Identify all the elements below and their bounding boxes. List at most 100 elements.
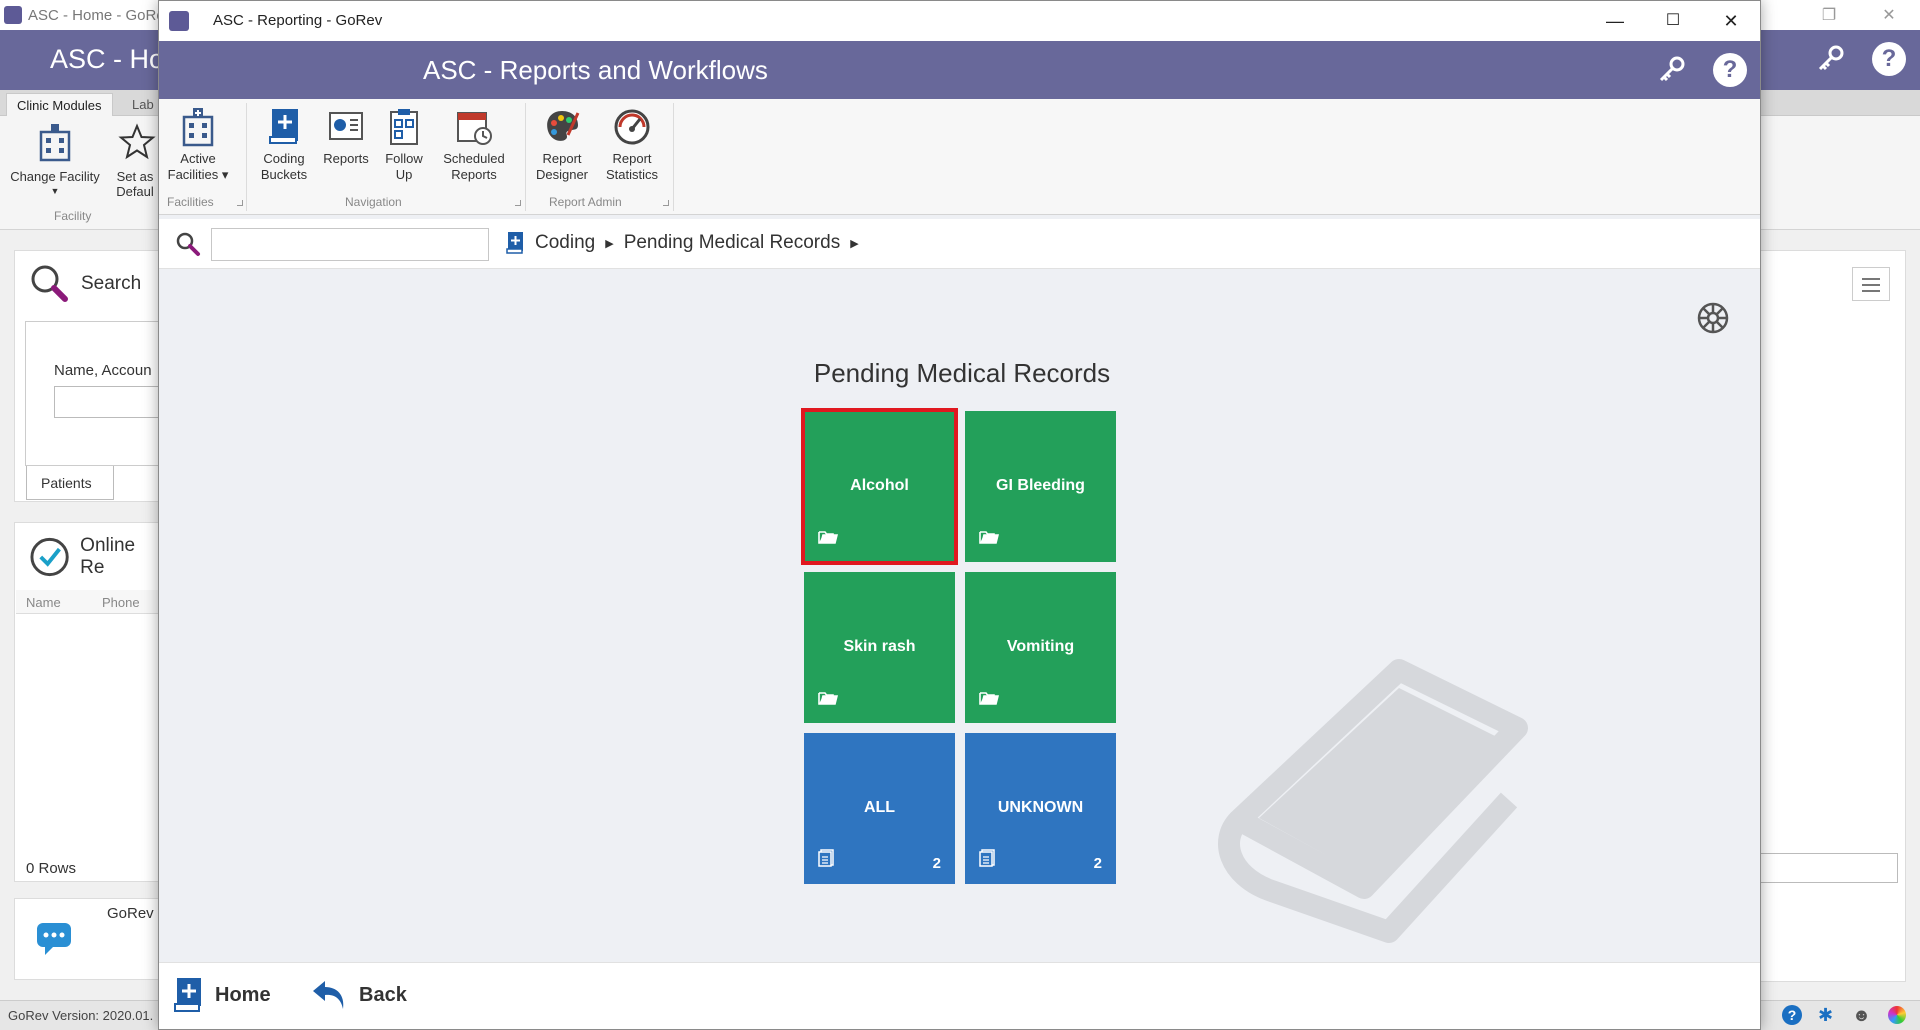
tile-label: UNKNOWN (997, 799, 1084, 816)
bg-rows-count: 0 Rows (26, 860, 77, 877)
report-designer-label-1: Report (542, 151, 582, 166)
chat-bubble-icon[interactable] (35, 919, 73, 957)
report-designer-label-2: Designer (535, 167, 589, 182)
bg-tab-clinic-modules[interactable]: Clinic Modules (6, 93, 113, 116)
search-icon (31, 265, 68, 302)
ribbon: Active Facilities ▾ Facilities Coding Bu… (159, 99, 1760, 215)
bg-online-grid-header: Name Phone (16, 590, 161, 614)
bg-search-field[interactable] (54, 386, 166, 418)
coding-buckets-label-2: Buckets (260, 167, 308, 182)
home-label: Home (215, 983, 271, 1006)
ribbon-separator (673, 103, 674, 211)
book-plus-icon (174, 978, 201, 1012)
folder-open-icon (979, 529, 1000, 550)
report-designer-button[interactable]: Report Designer (531, 107, 593, 183)
close-button[interactable]: ✕ (1702, 1, 1760, 41)
search-input[interactable] (211, 228, 489, 261)
breadcrumb-separator-icon: ▶ (605, 237, 614, 250)
scheduled-reports-label-2: Reports (451, 167, 497, 182)
bg-change-facility-label: Change Facility (10, 169, 100, 184)
maximize-button[interactable]: ☐ (1644, 1, 1702, 41)
folder-open-icon (979, 690, 1000, 711)
bg-set-default-button[interactable]: Set as Defaul (112, 122, 162, 199)
tile-all[interactable]: ALL 2 (804, 733, 955, 884)
building-icon (39, 124, 71, 162)
home-button[interactable]: Home (173, 977, 271, 1013)
bg-change-facility-button[interactable]: Change Facility ▼ (8, 122, 102, 199)
app-header: ASC - Reports and Workflows ? (159, 41, 1760, 99)
scheduled-reports-button[interactable]: Scheduled Reports (439, 107, 509, 183)
follow-up-button[interactable]: Follow Up (379, 107, 429, 183)
bg-version-text: GoRev Version: 2020.01. (8, 1008, 154, 1023)
report-statistics-button[interactable]: Report Statistics (599, 107, 665, 183)
breadcrumb-pending-medical-records[interactable]: Pending Medical Records (624, 232, 841, 254)
bg-col-phone: Phone (102, 595, 140, 610)
reports-button[interactable]: Reports (317, 107, 375, 167)
bg-group-facility: Facility (54, 209, 92, 223)
bg-help-icon[interactable]: ? (1872, 42, 1906, 76)
navigation-bar: Coding ▶ Pending Medical Records ▶ (159, 219, 1760, 269)
tile-gi-bleeding[interactable]: GI Bleeding (965, 411, 1116, 562)
folder-open-icon (818, 690, 839, 711)
bg-tab-patients[interactable]: Patients (26, 466, 114, 500)
tile-label: Alcohol (850, 477, 909, 494)
star-icon (118, 123, 156, 160)
tile-label: Skin rash (843, 638, 916, 655)
page-title: Pending Medical Records (813, 358, 1111, 388)
bug-icon[interactable]: ✱ (1818, 1005, 1833, 1026)
search-icon[interactable] (175, 231, 201, 257)
hamburger-menu-icon[interactable] (1852, 267, 1890, 301)
help-icon[interactable]: ? (1713, 53, 1747, 87)
tile-vomiting[interactable]: Vomiting (965, 572, 1116, 723)
bg-restore-icon[interactable]: ❐ (1800, 0, 1858, 30)
tile-label: ALL (863, 799, 896, 816)
bg-close-icon[interactable]: ✕ (1860, 0, 1918, 30)
bg-key-icon[interactable] (1813, 42, 1847, 76)
app-icon (169, 11, 189, 31)
report-admin-expand-icon[interactable] (663, 200, 669, 206)
building-icon (182, 108, 214, 147)
bg-window-title: ASC - Home - GoRe (28, 6, 165, 24)
back-label: Back (359, 983, 407, 1006)
tile-count: 2 (932, 855, 941, 872)
key-icon[interactable] (1654, 53, 1688, 87)
book-watermark-icon (1218, 659, 1528, 943)
coding-buckets-button[interactable]: Coding Buckets (255, 107, 313, 183)
breadcrumb-separator-icon[interactable]: ▶ (850, 237, 858, 250)
report-statistics-label-2: Statistics (605, 167, 658, 182)
facilities-expand-icon[interactable] (237, 200, 243, 206)
active-facilities-button[interactable]: Active Facilities ▾ (165, 107, 231, 183)
minimize-button[interactable]: — (1586, 1, 1644, 41)
main-content: Pending Medical Records Alcohol GI Bleedi… (159, 270, 1760, 962)
gauge-icon (614, 109, 650, 145)
tile-alcohol[interactable]: Alcohol (801, 408, 958, 565)
breadcrumb-coding[interactable]: Coding (535, 232, 595, 254)
document-icon (979, 849, 995, 872)
bg-search-form: Name, Accoun (25, 321, 166, 466)
user-icon[interactable]: ☻ (1852, 1005, 1871, 1026)
scheduled-reports-label-1: Scheduled (443, 151, 505, 166)
bg-search-heading-text: Search (81, 273, 142, 294)
bg-set-default-label: Set as Defaul (116, 169, 154, 199)
follow-up-label-1: Follow (385, 151, 423, 166)
tile-skin-rash[interactable]: Skin rash (804, 572, 955, 723)
bg-online-panel: Online Re (14, 522, 164, 882)
color-wheel-icon[interactable] (1888, 1006, 1906, 1024)
group-facilities: Facilities (167, 195, 214, 209)
tile-label: GI Bleeding (996, 477, 1085, 494)
reporting-window: ASC - Reporting - GoRev — ☐ ✕ ASC - Repo… (158, 0, 1761, 1030)
bg-right-field[interactable] (1760, 853, 1898, 883)
bg-online-heading: Online Re (29, 535, 163, 579)
tile-unknown[interactable]: UNKNOWN 2 (965, 733, 1116, 884)
book-plus-icon (506, 232, 523, 254)
status-help-icon[interactable]: ? (1782, 1005, 1802, 1025)
gear-icon[interactable] (1693, 298, 1733, 338)
ribbon-separator (246, 103, 247, 211)
bg-chat-panel: GoRev (14, 898, 164, 980)
bg-search-heading: Search (29, 263, 141, 305)
bg-chat-label: GoRev (107, 905, 154, 922)
back-button[interactable]: Back (311, 977, 407, 1013)
footer-bar: Home Back (159, 962, 1760, 1029)
group-navigation: Navigation (345, 195, 402, 209)
navigation-expand-icon[interactable] (515, 200, 521, 206)
